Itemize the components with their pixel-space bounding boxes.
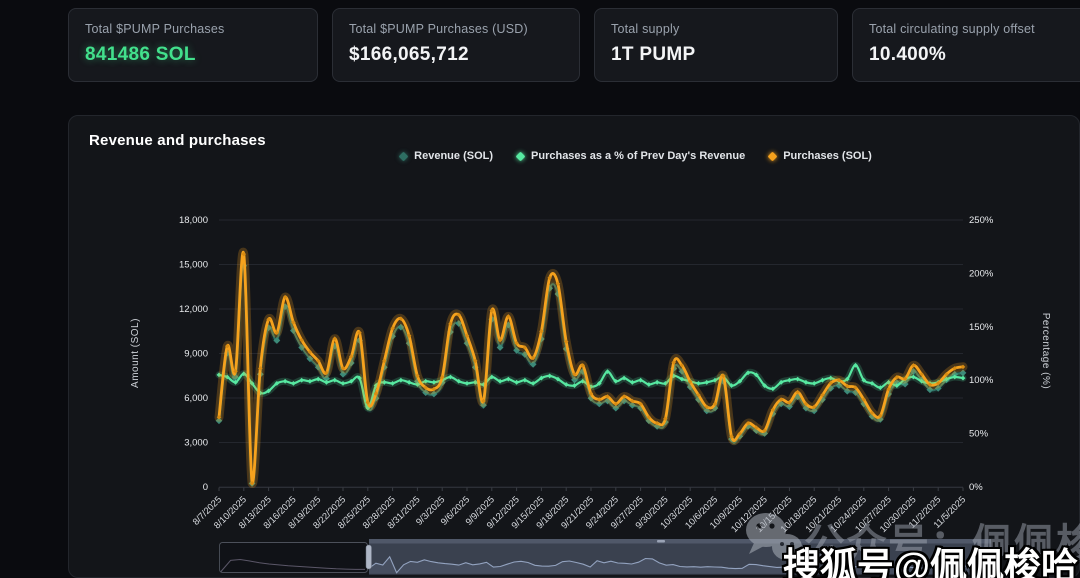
y-axis-right-labels: 0% 50% 100% 150% 200% 250%: [969, 215, 994, 493]
stat-card-value: $166,065,712: [349, 44, 563, 66]
brush-left-handle[interactable]: [366, 545, 372, 569]
y-axis-right-title: Percentage (%): [1040, 313, 1051, 389]
svg-text:3,000: 3,000: [184, 438, 208, 449]
stat-card-circulating-supply-offset: Total circulating supply offset 10.400%: [852, 8, 1080, 82]
svg-text:12,000: 12,000: [179, 304, 208, 315]
y-axis-left-title: Amount (SOL): [130, 318, 141, 388]
stat-card-total-pump-purchases-usd: Total $PUMP Purchases (USD) $166,065,712: [332, 8, 580, 82]
svg-text:15,000: 15,000: [179, 260, 208, 271]
stats-row: Total $PUMP Purchases 841486 SOL Total $…: [68, 8, 1080, 82]
stat-card-label: Total supply: [611, 22, 821, 36]
svg-text:6,000: 6,000: [184, 393, 208, 404]
stat-card-total-supply: Total supply 1T PUMP: [594, 8, 838, 82]
stat-card-total-pump-purchases: Total $PUMP Purchases 841486 SOL: [68, 8, 318, 82]
brush-unselected-region[interactable]: [220, 543, 368, 573]
x-axis-labels: 8/7/20258/10/20258/13/20258/16/20258/19/…: [191, 488, 968, 535]
svg-text:200%: 200%: [969, 268, 994, 279]
stat-card-label: Total circulating supply offset: [869, 22, 1077, 36]
svg-text:100%: 100%: [969, 375, 994, 386]
svg-text:0%: 0%: [969, 482, 983, 493]
svg-text:0: 0: [203, 482, 208, 493]
svg-text:250%: 250%: [969, 215, 994, 226]
stat-card-value: 10.400%: [869, 44, 1077, 66]
svg-text:9,000: 9,000: [184, 349, 208, 360]
brush-selected-region[interactable]: [369, 539, 991, 575]
y-axis-left-labels: 0 3,000 6,000 9,000 12,000 15,000 18,000: [179, 215, 208, 493]
stat-card-label: Total $PUMP Purchases (USD): [349, 22, 563, 36]
svg-text:18,000: 18,000: [179, 215, 208, 226]
svg-text:50%: 50%: [969, 429, 989, 440]
revenue-purchases-chart: 0 3,000 6,000 9,000 12,000 15,000 18,000 0% 50% 1…: [69, 116, 1080, 578]
svg-text:150%: 150%: [969, 322, 994, 333]
stat-card-value: 841486 SOL: [85, 44, 301, 66]
range-brush: [220, 539, 992, 575]
revenue-purchases-card: Revenue and purchases Revenue (SOL) Purc…: [68, 115, 1080, 578]
stat-card-label: Total $PUMP Purchases: [85, 22, 301, 36]
stat-card-value: 1T PUMP: [611, 44, 821, 66]
